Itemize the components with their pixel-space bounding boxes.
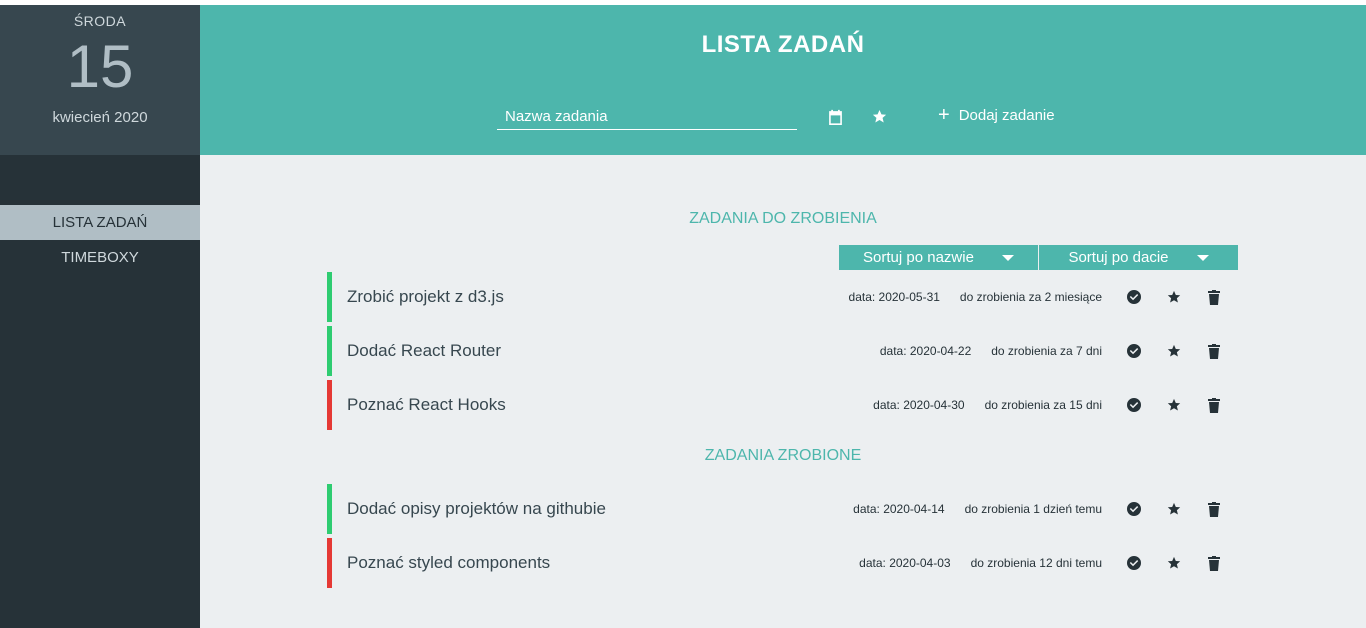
star-icon[interactable]: [869, 106, 889, 126]
sidebar-item-lista-zadan[interactable]: LISTA ZADAŃ: [0, 205, 200, 240]
date-widget: ŚRODA 15 kwiecień 2020: [0, 5, 200, 155]
task-due: do zrobienia za 15 dni: [984, 398, 1102, 412]
calendar-icon[interactable]: [825, 107, 845, 127]
task-due: do zrobienia 12 dni temu: [970, 556, 1102, 570]
sort-by-name-label: Sortuj po nazwie: [863, 249, 974, 266]
star-icon[interactable]: [1164, 341, 1184, 361]
sort-by-date-label: Sortuj po dacie: [1068, 249, 1169, 266]
sort-by-date-button[interactable]: Sortuj po dacie: [1039, 245, 1238, 270]
task-row: Zrobić projekt z d3.js data: 2020-05-31 …: [327, 272, 1238, 322]
star-icon[interactable]: [1164, 553, 1184, 573]
add-task-label: Dodaj zadanie: [958, 106, 1055, 124]
plus-icon: +: [938, 104, 950, 126]
check-icon[interactable]: [1124, 395, 1144, 415]
check-icon[interactable]: [1124, 499, 1144, 519]
task-date: data: 2020-04-14: [853, 502, 945, 516]
caret-down-icon: [1196, 254, 1209, 261]
task-row: Poznać React Hooks data: 2020-04-30 do z…: [327, 380, 1238, 430]
task-row: Poznać styled components data: 2020-04-0…: [327, 538, 1238, 588]
check-icon[interactable]: [1124, 287, 1144, 307]
star-icon[interactable]: [1164, 395, 1184, 415]
task-name: Dodać React Router: [347, 341, 502, 360]
star-icon[interactable]: [1164, 499, 1184, 519]
trash-icon[interactable]: [1204, 395, 1224, 415]
task-date: data: 2020-04-03: [859, 556, 951, 570]
task-row: Dodać opisy projektów na githubie data: …: [327, 484, 1238, 534]
star-icon[interactable]: [1164, 287, 1184, 307]
sidebar: ŚRODA 15 kwiecień 2020 LISTA ZADAŃ TIMEB…: [0, 5, 200, 628]
task-due: do zrobienia za 7 dni: [991, 344, 1102, 358]
task-date: data: 2020-05-31: [848, 290, 940, 304]
sidebar-item-timeboxy[interactable]: TIMEBOXY: [0, 240, 200, 275]
header: LISTA ZADAŃ + Dodaj zadanie: [200, 5, 1366, 155]
task-date: data: 2020-04-22: [879, 344, 972, 358]
trash-icon[interactable]: [1204, 553, 1224, 573]
task-status-bar: [327, 538, 332, 588]
trash-icon[interactable]: [1204, 341, 1224, 361]
task-due: do zrobienia 1 dzień temu: [964, 502, 1102, 516]
sort-bar: Sortuj po nazwie Sortuj po dacie: [839, 245, 1238, 270]
caret-down-icon: [1001, 254, 1014, 261]
app: ŚRODA 15 kwiecień 2020 LISTA ZADAŃ TIMEB…: [0, 5, 1366, 628]
sort-by-name-button[interactable]: Sortuj po nazwie: [839, 245, 1038, 270]
done-section-title: ZADANIA ZROBIONE: [704, 447, 862, 464]
task-row: Dodać React Router data: 2020-04-22 do z…: [327, 326, 1238, 376]
task-status-bar: [327, 272, 332, 322]
todo-section-title: ZADANIA DO ZROBIENIA: [689, 210, 877, 227]
day-number: 15: [66, 33, 134, 100]
task-due: do zrobienia za 2 miesiące: [959, 290, 1102, 304]
check-icon[interactable]: [1124, 553, 1144, 573]
task-status-bar: [327, 380, 332, 430]
weekday: ŚRODA: [73, 13, 127, 29]
task-status-bar: [327, 326, 332, 376]
check-icon[interactable]: [1124, 341, 1144, 361]
month-year: kwiecień 2020: [52, 109, 148, 126]
task-name-input[interactable]: [497, 104, 797, 130]
main-content: LISTA ZADAŃ + Dodaj zadanie ZADANIA DO Z…: [200, 5, 1366, 628]
page-title: LISTA ZADAŃ: [701, 31, 865, 58]
task-status-bar: [327, 484, 332, 534]
task-name: Poznać React Hooks: [347, 395, 506, 414]
task-name: Poznać styled components: [347, 553, 551, 572]
sidebar-nav: LISTA ZADAŃ TIMEBOXY: [0, 205, 200, 275]
task-date: data: 2020-04-30: [873, 398, 965, 412]
trash-icon[interactable]: [1204, 499, 1224, 519]
trash-icon[interactable]: [1204, 287, 1224, 307]
add-task-button[interactable]: + Dodaj zadanie: [938, 105, 1055, 125]
task-name: Zrobić projekt z d3.js: [347, 287, 504, 306]
task-name: Dodać opisy projektów na githubie: [347, 499, 606, 518]
